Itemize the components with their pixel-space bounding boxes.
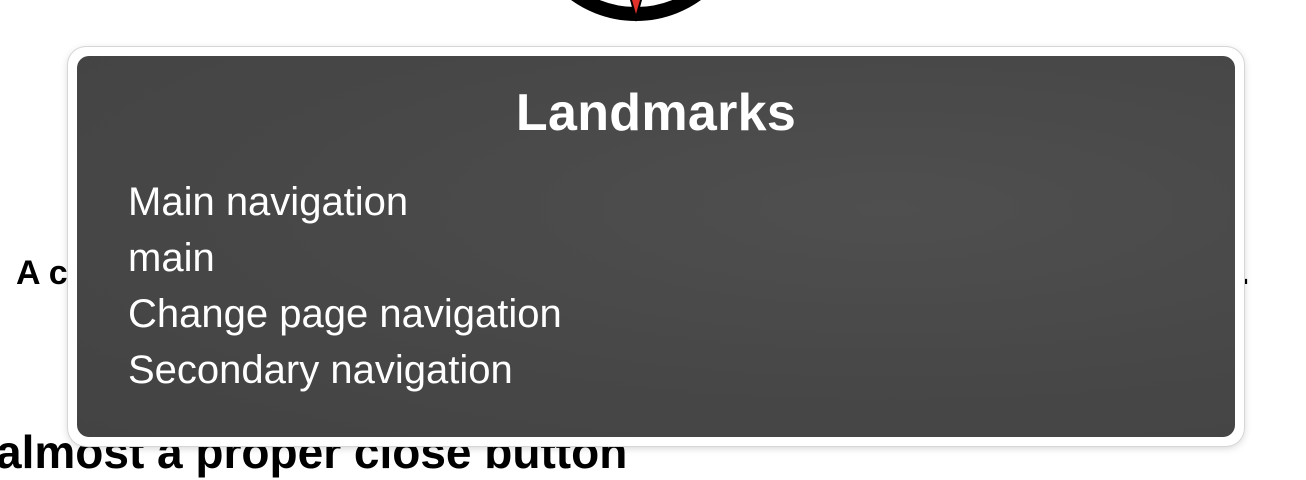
- landmarks-rotor: Landmarks Main navigation main Change pa…: [68, 47, 1244, 446]
- landmarks-rotor-panel: Landmarks Main navigation main Change pa…: [77, 56, 1235, 437]
- rotor-title: Landmarks: [515, 84, 797, 142]
- landmark-item-change-page-navigation[interactable]: Change page navigation: [128, 286, 562, 342]
- landmarks-list: Main navigation main Change page navigat…: [128, 174, 562, 398]
- landmark-item-main-navigation[interactable]: Main navigation: [128, 174, 562, 230]
- web-page: A c . almost a proper close button Landm…: [0, 0, 1306, 480]
- page-text-line: A c: [16, 254, 68, 292]
- compass-logo-icon: [571, 0, 701, 22]
- landmark-item-main[interactable]: main: [128, 230, 562, 286]
- landmark-item-secondary-navigation[interactable]: Secondary navigation: [128, 342, 562, 398]
